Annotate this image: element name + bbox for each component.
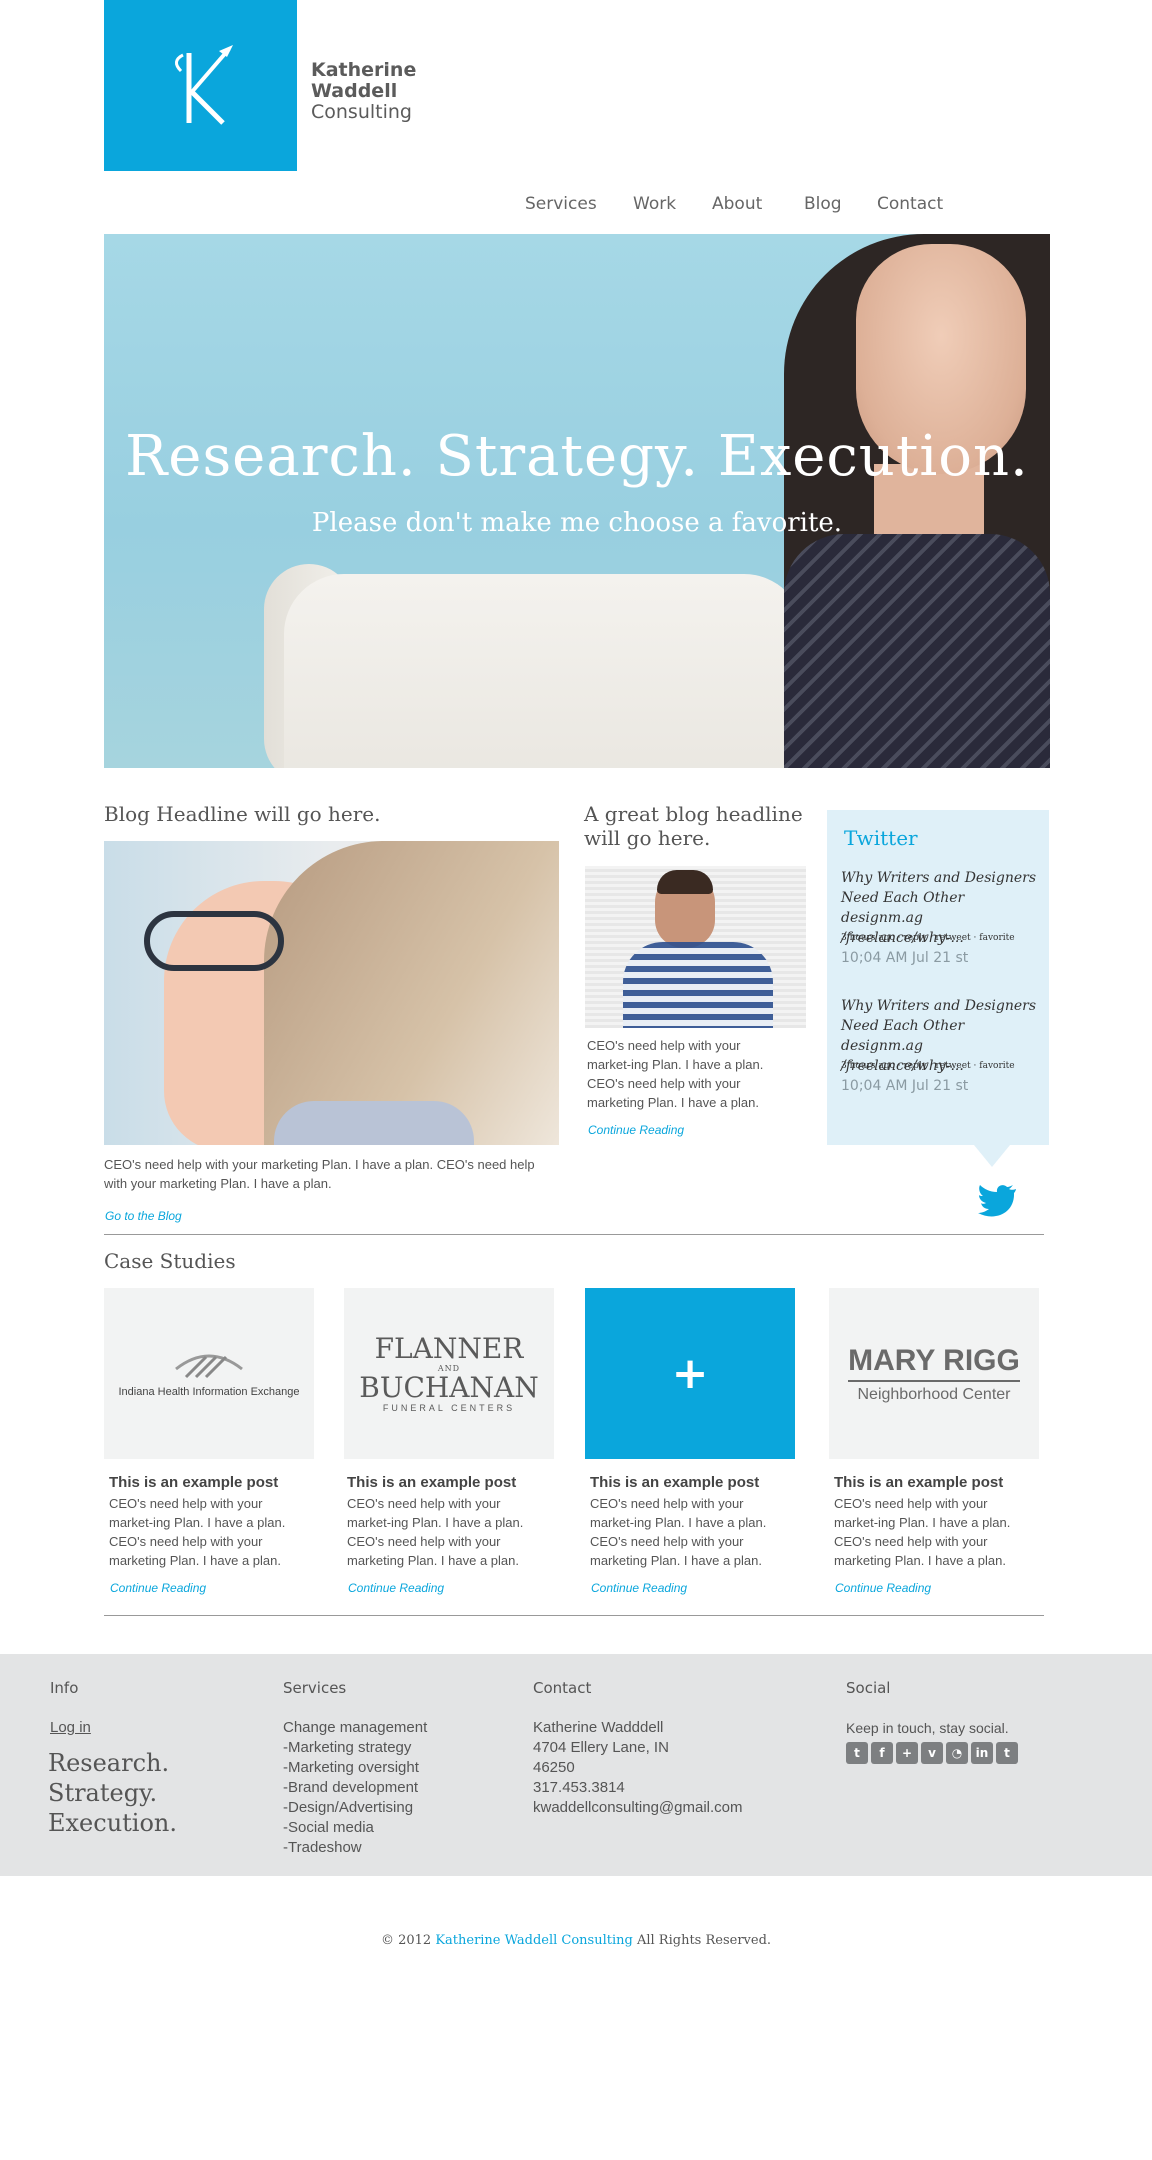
photo-hair [657, 870, 713, 894]
photo-shirt [274, 1101, 474, 1145]
blog-post-2-headline[interactable]: A great blog headline will go here. [584, 802, 814, 850]
hero-subhead: Please don't make me choose a favorite. [311, 508, 843, 538]
service-item[interactable]: -Social media [283, 1818, 427, 1838]
case-study-2-title[interactable]: This is an example post [347, 1474, 516, 1491]
tweet-time: 10;04 AM Jul 21 st [841, 950, 969, 966]
footer-contact-block: Katherine Wadddell 4704 Ellery Lane, IN … [533, 1718, 743, 1818]
k-monogram-icon [174, 44, 233, 125]
hero-banner: Research. Strategy. Execution. Please do… [104, 234, 1050, 768]
linkedin-icon[interactable]: in [971, 1742, 993, 1764]
service-item[interactable]: Change management [283, 1718, 427, 1738]
case-study-1-logo-text: Indiana Health Information Exchange [118, 1386, 300, 1398]
sofa-image [284, 574, 804, 768]
nav-work[interactable]: Work [633, 194, 676, 214]
photo-hair [264, 841, 559, 1145]
logo[interactable] [104, 0, 297, 171]
vimeo-icon[interactable]: v [921, 1742, 943, 1764]
case-study-4-continue-link[interactable]: Continue Reading [835, 1581, 931, 1595]
footer-tagline: Research. Strategy. Execution. [48, 1748, 177, 1838]
blog-post-2-continue-link[interactable]: Continue Reading [588, 1123, 684, 1137]
blog-post-2-excerpt: CEO's need help with your market-ing Pla… [587, 1038, 764, 1110]
case-study-4-card[interactable]: MARY RIGG Neighborhood Center [829, 1288, 1039, 1459]
hero-headline: Research. Strategy. Execution. [125, 424, 1029, 489]
twitter-title: Twitter [844, 826, 918, 850]
google-plus-icon[interactable]: + [896, 1742, 918, 1764]
footer-social-text: Keep in touch, stay social. [846, 1720, 1009, 1736]
service-item[interactable]: -Tradeshow [283, 1838, 427, 1858]
plus-icon: + [671, 1348, 709, 1399]
hero-photo-dress [784, 534, 1050, 768]
blog-post-1-image[interactable] [104, 841, 559, 1145]
service-item[interactable]: -Marketing oversight [283, 1758, 427, 1778]
divider [104, 1234, 1044, 1235]
blog-post-1-excerpt: CEO's need help with your marketing Plan… [104, 1157, 535, 1191]
contact-email[interactable]: kwaddellconsulting@gmail.com [533, 1798, 743, 1818]
case-studies-title: Case Studies [104, 1249, 236, 1273]
service-item[interactable]: -Design/Advertising [283, 1798, 427, 1818]
copyright: © 2012 Katherine Waddell Consulting All … [0, 1933, 1152, 1948]
case-study-1-continue-link[interactable]: Continue Reading [110, 1581, 206, 1595]
case-study-1-title[interactable]: This is an example post [109, 1474, 278, 1491]
case-study-4-logo-line-1: MARY RIGG [848, 1344, 1020, 1382]
service-item[interactable]: -Marketing strategy [283, 1738, 427, 1758]
case-study-4-excerpt: CEO's need help with your market-ing Pla… [834, 1496, 1011, 1568]
brand-name: Katherine Waddell Consulting [311, 60, 416, 123]
case-study-1-card[interactable]: Indiana Health Information Exchange [104, 1288, 314, 1459]
photo-plaid-shirt [623, 942, 773, 1028]
photo-glasses [144, 911, 284, 971]
indiana-health-logo-icon [175, 1354, 243, 1379]
case-study-2-excerpt: CEO's need help with your market-ing Pla… [347, 1496, 524, 1568]
go-to-blog-link[interactable]: Go to the Blog [105, 1209, 182, 1223]
footer-contact-heading: Contact [533, 1679, 592, 1697]
contact-address: 4704 Ellery Lane, IN [533, 1739, 669, 1756]
divider [104, 1615, 1044, 1616]
twitter-widget: Twitter Why Writers and Designers Need E… [827, 810, 1049, 1145]
footer-services-list: Change management -Marketing strategy -M… [283, 1718, 427, 1858]
twitter-bubble-tail [974, 1145, 1010, 1167]
contact-zip: 46250 [533, 1759, 575, 1776]
case-study-3-excerpt: CEO's need help with your market-ing Pla… [590, 1496, 767, 1568]
rss-icon[interactable]: ◔ [946, 1742, 968, 1764]
tweet-time: 10;04 AM Jul 21 st [841, 1078, 969, 1094]
nav-services[interactable]: Services [525, 194, 597, 214]
case-study-3-card[interactable]: + [585, 1288, 795, 1459]
facebook-icon[interactable]: f [871, 1742, 893, 1764]
copyright-company-link[interactable]: Katherine Waddell Consulting [435, 1933, 633, 1948]
twitter-icon[interactable]: t [846, 1742, 868, 1764]
case-study-2-logo-line-2: BUCHANAN [359, 1371, 539, 1404]
blog-post-1-headline[interactable]: Blog Headline will go here. [104, 802, 381, 826]
case-study-2-logo-line-1: FLANNER [374, 1332, 524, 1365]
copyright-prefix: © 2012 [380, 1933, 432, 1948]
case-study-2-continue-link[interactable]: Continue Reading [348, 1581, 444, 1595]
case-study-2-logo-line-3: FUNERAL CENTERS [382, 1403, 516, 1413]
case-study-2-card[interactable]: FLANNER AND BUCHANAN FUNERAL CENTERS [344, 1288, 554, 1459]
blog-post-2-image[interactable] [585, 866, 806, 1028]
case-study-1-excerpt: CEO's need help with your market-ing Pla… [109, 1496, 286, 1568]
copyright-suffix: All Rights Reserved. [636, 1933, 772, 1948]
nav-contact[interactable]: Contact [877, 194, 943, 214]
login-link[interactable]: Log in [50, 1718, 91, 1738]
contact-phone[interactable]: 317.453.3814 [533, 1778, 743, 1798]
footer-tagline-line-2: Strategy. [48, 1779, 158, 1807]
footer-social-heading: Social [846, 1679, 891, 1697]
twitter-bird-icon[interactable] [978, 1185, 1018, 1217]
tweet-meta[interactable]: 3 hours ago · reply · retweet · favorite [841, 933, 1015, 943]
brand-line-2: Waddell [311, 80, 398, 102]
brand-line-3: Consulting [311, 101, 412, 123]
footer-tagline-line-1: Research. [48, 1749, 170, 1777]
tweet-meta[interactable]: 3 hours ago · reply · retweet · favorite [841, 1061, 1015, 1071]
case-study-4-title[interactable]: This is an example post [834, 1474, 1003, 1491]
nav-about[interactable]: About [712, 194, 762, 214]
case-study-3-title[interactable]: This is an example post [590, 1474, 759, 1491]
nav-blog[interactable]: Blog [804, 194, 842, 214]
case-study-4-logo-line-2: Neighborhood Center [857, 1385, 1011, 1403]
footer-tagline-line-3: Execution. [48, 1809, 178, 1837]
service-item[interactable]: -Brand development [283, 1778, 427, 1798]
brand-line-1: Katherine [311, 59, 417, 81]
footer-info-heading: Info [50, 1679, 79, 1697]
case-study-3-continue-link[interactable]: Continue Reading [591, 1581, 687, 1595]
tumblr-icon[interactable]: t [996, 1742, 1018, 1764]
contact-name: Katherine Wadddell [533, 1719, 664, 1736]
footer-services-heading: Services [283, 1679, 347, 1697]
